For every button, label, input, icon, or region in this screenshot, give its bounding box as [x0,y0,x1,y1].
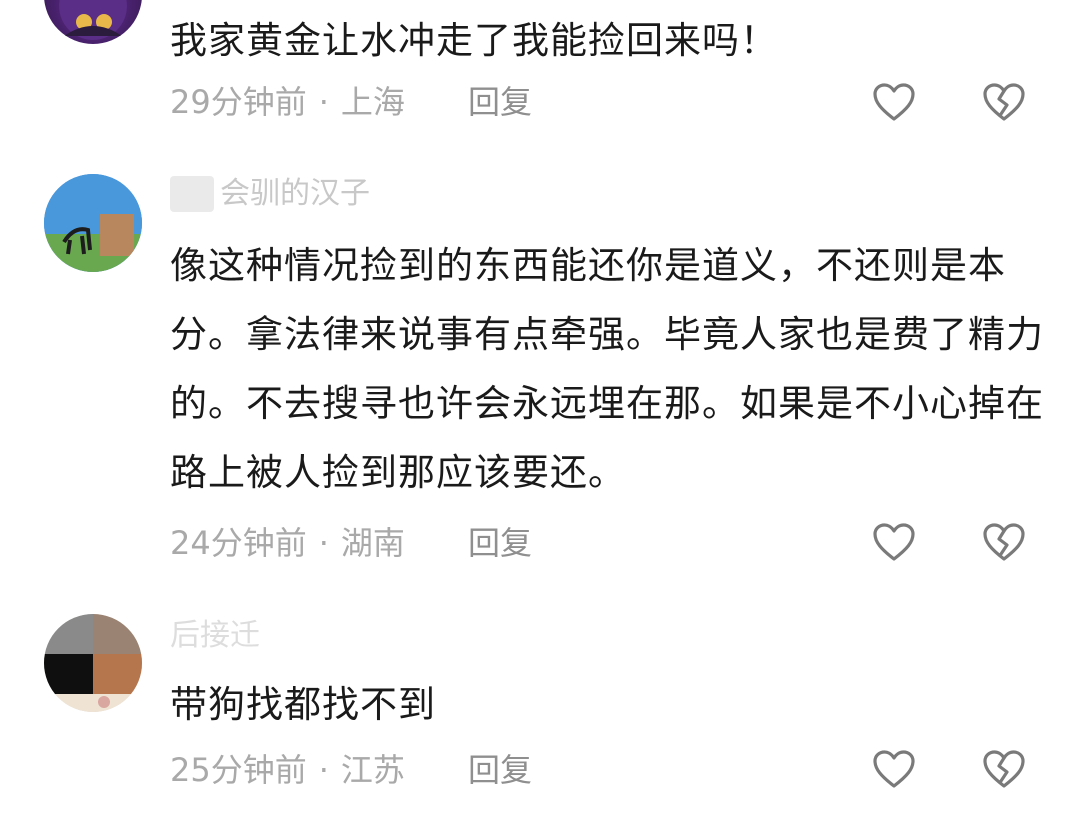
comment-time: 24分钟前 [170,524,307,562]
avatar[interactable] [44,614,142,712]
comment-meta: 25分钟前 · 江苏 回复 [170,750,532,790]
username-redaction [170,176,214,212]
comment-text: 我家黄金让水冲走了我能捡回来吗！ [170,19,778,62]
avatar-image [59,0,127,40]
comment-location: 上海 [340,83,405,121]
broken-heart-icon [983,750,1025,788]
comment-time: 29分钟前 [170,83,307,121]
reply-button[interactable]: 回复 [468,750,532,790]
meta-separator: · [318,751,329,789]
broken-heart-icon [983,523,1025,561]
broken-heart-icon [983,83,1025,121]
like-button[interactable] [871,520,917,566]
avatar-image [44,174,142,272]
meta-separator: · [318,83,329,121]
comment-location: 江苏 [340,751,405,789]
heart-icon [873,523,915,561]
comment-location: 湖南 [340,524,405,562]
avatar-image [44,614,142,712]
comment-meta: 29分钟前 · 上海 回复 [170,82,532,122]
comment-text: 带狗找都找不到 [170,683,436,726]
reply-button[interactable]: 回复 [468,82,532,122]
avatar[interactable] [44,174,142,272]
username-text: 会驯的汉子 [220,176,370,211]
meta-separator: · [318,524,329,562]
like-button[interactable] [871,747,917,793]
dislike-button[interactable] [981,80,1027,126]
reply-button[interactable]: 回复 [468,523,532,563]
comment-time: 25分钟前 [170,751,307,789]
comment-username[interactable]: 会驯的汉子 [170,176,370,212]
comment-text: 像这种情况捡到的东西能还你是道义，不还则是本分。拿法律来说事有点牵强。毕竟人家也… [170,244,1044,494]
dislike-button[interactable] [981,747,1027,793]
heart-icon [873,750,915,788]
avatar[interactable] [44,0,142,44]
heart-icon [873,83,915,121]
dislike-button[interactable] [981,520,1027,566]
like-button[interactable] [871,80,917,126]
comment-meta: 24分钟前 · 湖南 回复 [170,523,532,563]
comment-username[interactable]: 后接迁 [170,618,260,654]
